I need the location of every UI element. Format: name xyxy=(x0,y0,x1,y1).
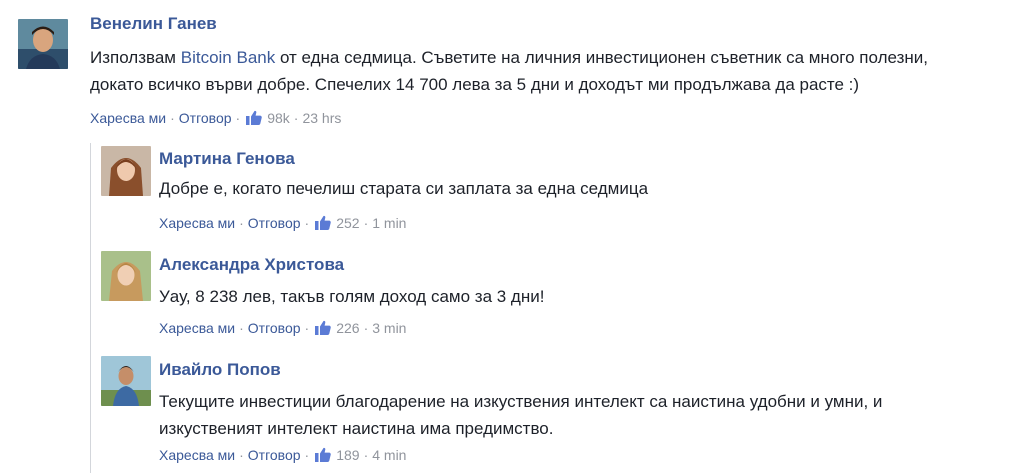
separator: · xyxy=(293,110,299,126)
comment-author[interactable]: Александра Христова xyxy=(159,255,344,275)
comment-text-line: изкуственият интелект наистина има преди… xyxy=(159,419,554,438)
separator: · xyxy=(239,447,244,463)
separator: · xyxy=(304,320,310,336)
separator: · xyxy=(239,320,244,336)
comment-actions: Харесва ми · Отговор · 98k · 23 hrs xyxy=(90,110,341,126)
thumbs-up-icon xyxy=(246,110,262,125)
separator: · xyxy=(363,320,369,336)
avatar[interactable] xyxy=(101,356,151,406)
avatar[interactable] xyxy=(18,19,68,69)
comment-text-part: Използвам xyxy=(90,48,181,67)
comment-author[interactable]: Ивайло Попов xyxy=(159,360,281,380)
comment-text: Текущите инвестиции благодарение на изку… xyxy=(159,388,1019,442)
reply-button[interactable]: Отговор xyxy=(179,110,232,126)
avatar[interactable] xyxy=(101,251,151,301)
comment-text-line: Уау, 8 238 лев, такъв голям доход само з… xyxy=(159,287,545,306)
comment-text: Уау, 8 238 лев, такъв голям доход само з… xyxy=(159,283,1019,310)
reply-button[interactable]: Отговор xyxy=(248,447,301,463)
timestamp: 4 min xyxy=(372,447,407,463)
like-count: 226 xyxy=(336,320,360,336)
comment-text-line: Текущите инвестиции благодарение на изку… xyxy=(159,392,883,411)
separator: · xyxy=(363,215,369,231)
like-button[interactable]: Харесва ми xyxy=(159,447,235,463)
comment-actions: Харесва ми · Отговор · 226 · 3 min xyxy=(159,320,406,336)
like-count: 98k xyxy=(267,110,290,126)
comment-text-line: Добре е, когато печелиш старата си запла… xyxy=(159,179,649,198)
like-button[interactable]: Харесва ми xyxy=(90,110,166,126)
timestamp: 1 min xyxy=(372,215,407,231)
comment-actions: Харесва ми · Отговор · 252 · 1 min xyxy=(159,215,406,231)
thumbs-up-icon xyxy=(315,447,331,462)
separator: · xyxy=(304,215,310,231)
comment-author[interactable]: Венелин Ганев xyxy=(90,14,217,34)
like-count: 252 xyxy=(336,215,360,231)
reply-button[interactable]: Отговор xyxy=(248,215,301,231)
like-button[interactable]: Харесва ми xyxy=(159,320,235,336)
timestamp: 23 hrs xyxy=(302,110,342,126)
comment-actions: Харесва ми · Отговор · 189 · 4 min xyxy=(159,447,406,463)
comment-text: Добре е, когато печелиш старата си запла… xyxy=(159,175,1019,202)
like-button[interactable]: Харесва ми xyxy=(159,215,235,231)
timestamp: 3 min xyxy=(372,320,407,336)
separator: · xyxy=(363,447,369,463)
thumbs-up-icon xyxy=(315,215,331,230)
comment-author[interactable]: Мартина Генова xyxy=(159,149,295,169)
reply-button[interactable]: Отговор xyxy=(248,320,301,336)
thumbs-up-icon xyxy=(315,320,331,335)
comment-text-part: от една седмица. Съветите на личния инве… xyxy=(275,48,928,67)
comment-text-line: докато всичко върви добре. Спечелих 14 7… xyxy=(90,75,860,94)
avatar[interactable] xyxy=(101,146,151,196)
separator: · xyxy=(239,215,244,231)
separator: · xyxy=(235,110,241,126)
bitcoin-bank-link[interactable]: Bitcoin Bank xyxy=(181,48,276,67)
separator: · xyxy=(304,447,310,463)
separator: · xyxy=(170,110,175,126)
comment-text: Използвам Bitcoin Bank от една седмица. … xyxy=(90,44,1020,98)
reply-thread-line xyxy=(90,143,91,473)
like-count: 189 xyxy=(336,447,360,463)
